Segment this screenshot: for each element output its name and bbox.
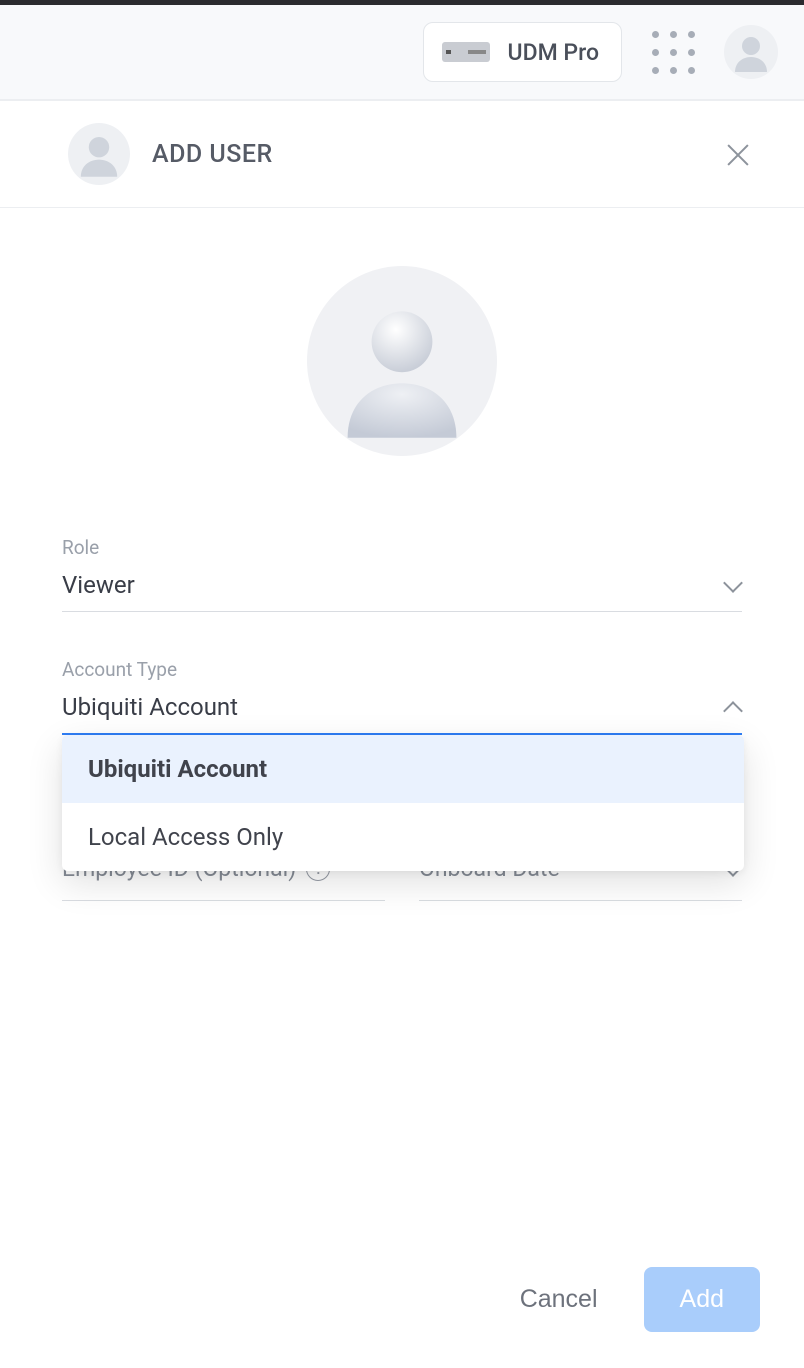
- chevron-up-icon: [724, 698, 742, 716]
- avatar-icon: [729, 30, 773, 74]
- panel-header-avatar: [68, 123, 130, 185]
- add-user-panel: ADD USER Role: [0, 100, 804, 1368]
- account-type-select[interactable]: Ubiquiti Account: [62, 693, 742, 735]
- role-select[interactable]: Viewer: [62, 571, 742, 612]
- user-avatar-placeholder[interactable]: [307, 266, 497, 456]
- profile-avatar[interactable]: [724, 25, 778, 79]
- top-bar: UDM Pro: [0, 5, 804, 100]
- apps-grid-icon[interactable]: [650, 29, 696, 75]
- console-device-icon: [442, 42, 490, 62]
- add-button[interactable]: Add: [644, 1267, 760, 1332]
- panel-header: ADD USER: [0, 101, 804, 208]
- avatar-icon: [74, 129, 124, 179]
- panel-body: Role Viewer Account Type Ubiquiti Accoun…: [0, 208, 804, 1267]
- panel-footer: Cancel Add: [0, 1267, 804, 1368]
- chevron-down-icon: [724, 576, 742, 594]
- role-field: Role Viewer: [62, 536, 742, 612]
- role-value: Viewer: [62, 571, 135, 599]
- account-type-field: Account Type Ubiquiti Account Ubiquiti A…: [62, 658, 742, 735]
- account-type-option-ubiquiti[interactable]: Ubiquiti Account: [62, 735, 744, 803]
- account-type-value: Ubiquiti Account: [62, 693, 238, 721]
- panel-title: ADD USER: [152, 140, 273, 169]
- account-type-option-local[interactable]: Local Access Only: [62, 803, 744, 871]
- account-type-dropdown: Ubiquiti Account Local Access Only: [62, 735, 744, 871]
- account-type-label: Account Type: [62, 658, 742, 681]
- close-icon[interactable]: [724, 140, 752, 168]
- console-selector[interactable]: UDM Pro: [423, 22, 622, 82]
- role-label: Role: [62, 536, 742, 559]
- avatar-icon: [322, 281, 482, 441]
- console-name: UDM Pro: [508, 39, 599, 66]
- cancel-button[interactable]: Cancel: [508, 1271, 610, 1328]
